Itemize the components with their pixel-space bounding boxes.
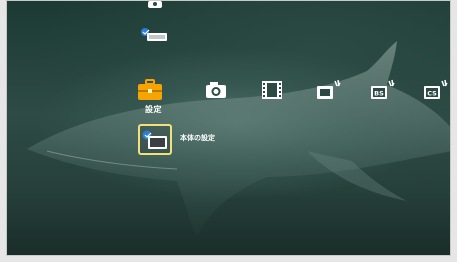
category-tv[interactable] — [313, 75, 343, 105]
main-unit-settings-icon — [142, 130, 167, 149]
main-unit-settings-label: 本体の設定 — [180, 134, 215, 142]
category-photo[interactable] — [201, 75, 231, 105]
category-bar: BS CS — [135, 75, 448, 105]
category-bs[interactable]: BS — [367, 75, 397, 105]
top-partial-icon — [140, 1, 170, 17]
category-settings[interactable] — [135, 75, 165, 105]
cs-broadcast-icon: CS — [424, 79, 448, 99]
tv-broadcast-icon — [317, 79, 341, 99]
dolphin-wallpaper — [27, 41, 450, 237]
category-cs[interactable]: CS — [420, 75, 450, 105]
cs-badge: CS — [427, 90, 437, 98]
main-unit-settings-item[interactable] — [138, 124, 172, 155]
xmb-screen: BS CS 設定 本体の設定 — [6, 0, 451, 256]
film-icon — [262, 81, 282, 99]
network-settings-icon[interactable] — [140, 27, 170, 43]
selected-category-label: 設定 — [145, 105, 162, 114]
toolbox-icon — [138, 79, 162, 100]
category-video[interactable] — [257, 75, 287, 105]
bs-broadcast-icon: BS — [371, 79, 395, 99]
bs-badge: BS — [374, 90, 384, 98]
camera-icon — [206, 82, 226, 98]
